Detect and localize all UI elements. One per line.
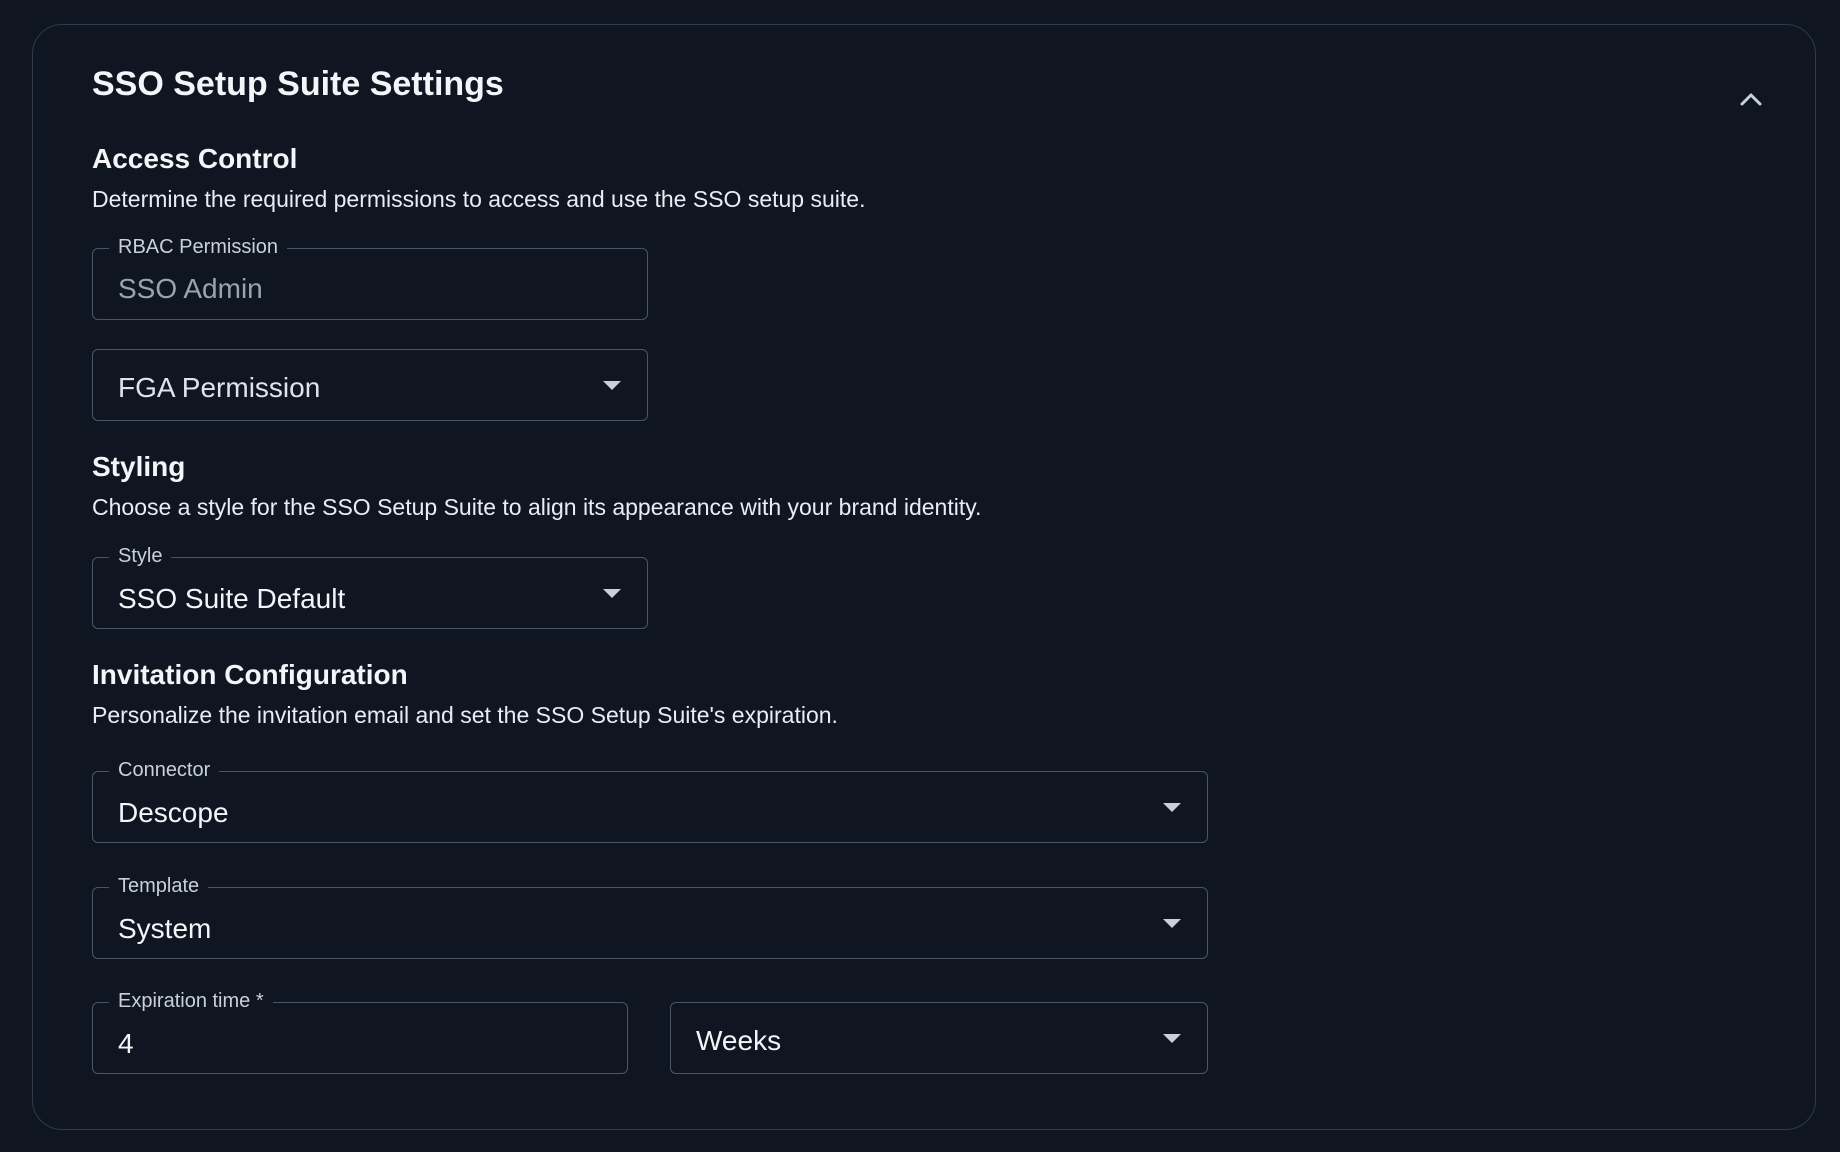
connector-value: Descope	[118, 797, 229, 828]
chevron-down-icon	[1163, 919, 1181, 928]
rbac-permission-field[interactable]: RBAC Permission SSO Admin	[92, 235, 648, 320]
access-control-description: Determine the required permissions to ac…	[92, 186, 866, 212]
fga-permission-select[interactable]: FGA Permission	[92, 349, 648, 421]
style-value: SSO Suite Default	[118, 583, 346, 614]
expiration-time-input[interactable]: Expiration time * 4	[92, 989, 628, 1074]
styling-title: Styling	[92, 451, 186, 482]
fga-permission-placeholder: FGA Permission	[118, 372, 321, 403]
chevron-up-icon	[1740, 93, 1762, 106]
expiration-unit-select[interactable]: Weeks	[670, 1002, 1208, 1074]
chevron-down-icon	[603, 381, 621, 390]
card-title: SSO Setup Suite Settings	[92, 65, 504, 103]
access-control-title: Access Control	[92, 143, 298, 174]
rbac-permission-value: SSO Admin	[118, 273, 263, 304]
template-select[interactable]: Template System	[92, 874, 1208, 959]
chevron-down-icon	[603, 589, 621, 598]
chevron-down-icon	[1163, 803, 1181, 812]
collapse-button[interactable]	[1735, 83, 1767, 115]
sso-settings-card: SSO Setup Suite Settings Access Control …	[32, 24, 1816, 1130]
chevron-down-icon	[1163, 1034, 1181, 1043]
invitation-title: Invitation Configuration	[92, 659, 408, 690]
styling-description: Choose a style for the SSO Setup Suite t…	[92, 494, 982, 520]
expiration-time-value: 4	[118, 1028, 134, 1059]
invitation-description: Personalize the invitation email and set…	[92, 702, 838, 728]
style-select[interactable]: Style SSO Suite Default	[92, 544, 648, 629]
expiration-unit-value: Weeks	[696, 1025, 782, 1056]
connector-select[interactable]: Connector Descope	[92, 758, 1208, 843]
template-value: System	[118, 913, 212, 944]
